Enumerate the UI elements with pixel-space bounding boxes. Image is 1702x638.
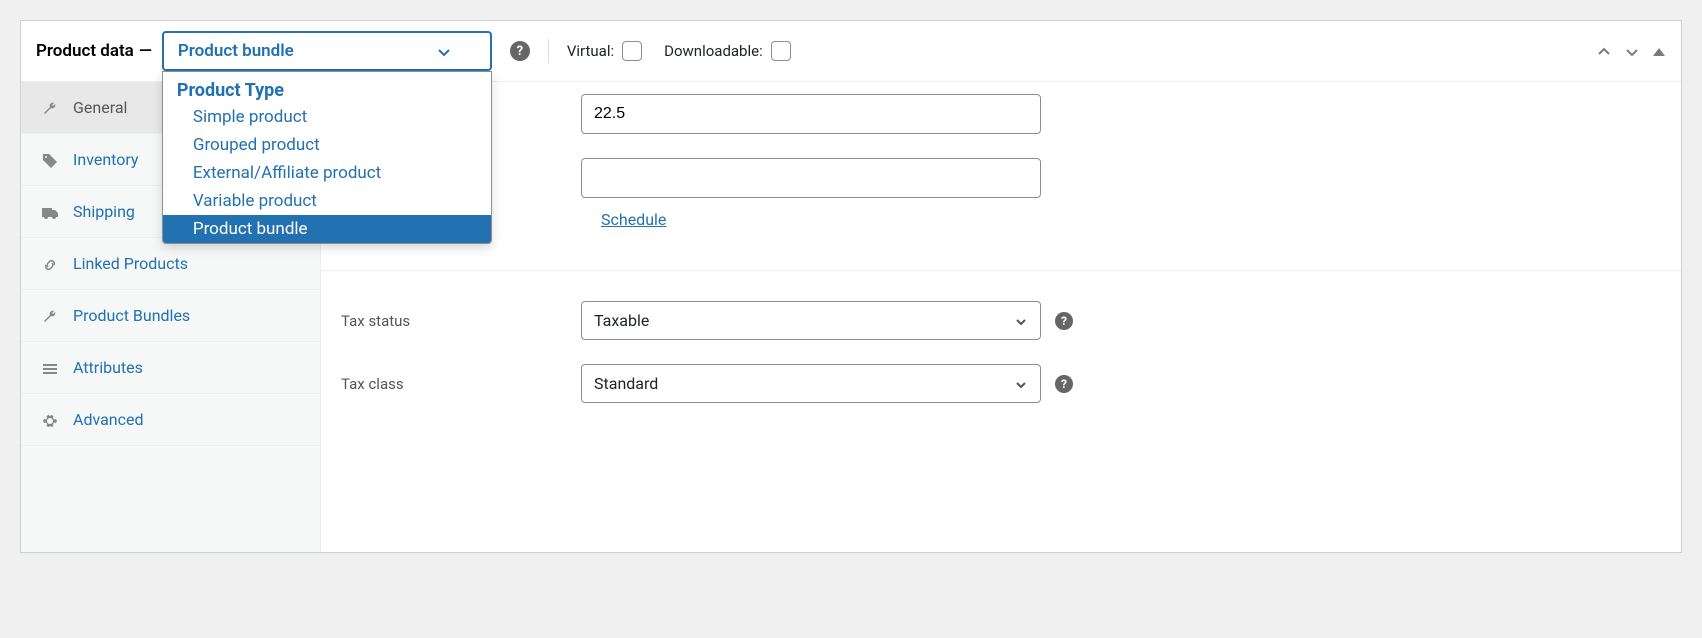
dropdown-option-external[interactable]: External/Affiliate product — [163, 159, 491, 187]
help-icon[interactable]: ? — [1055, 312, 1073, 330]
tax-class-label: Tax class — [341, 375, 581, 393]
truck-icon — [41, 202, 59, 220]
product-type-selectbox[interactable]: Product bundle — [162, 31, 492, 71]
sidebar-item-label: Shipping — [73, 202, 135, 221]
sidebar-item-advanced[interactable]: Advanced — [21, 394, 320, 446]
sidebar-item-label: Attributes — [73, 358, 143, 377]
sidebar-item-bundles[interactable]: Product Bundles — [21, 290, 320, 342]
triangle-up-icon[interactable] — [1652, 41, 1666, 62]
section-divider — [321, 241, 1681, 271]
product-type-dropdown: Product Type Simple product Grouped prod… — [162, 71, 492, 244]
list-icon — [41, 358, 59, 376]
tax-class-select[interactable]: Standard — [581, 364, 1041, 403]
panel-title: Product data — [36, 41, 134, 61]
dropdown-option-variable[interactable]: Variable product — [163, 187, 491, 215]
tax-status-label: Tax status — [341, 312, 581, 330]
schedule-link[interactable]: Schedule — [581, 210, 666, 241]
virtual-group: Virtual: — [567, 41, 642, 61]
sale-price-input[interactable] — [581, 158, 1041, 198]
chevron-down-icon — [1014, 311, 1028, 330]
help-icon[interactable]: ? — [510, 41, 530, 61]
link-icon — [41, 254, 59, 272]
wrench-icon — [41, 306, 59, 324]
sidebar-item-label: Inventory — [73, 150, 139, 169]
sidebar-item-attributes[interactable]: Attributes — [21, 342, 320, 394]
downloadable-group: Downloadable: — [664, 41, 791, 61]
sidebar-item-label: Linked Products — [73, 254, 188, 273]
sidebar-item-label: Product Bundles — [73, 306, 190, 325]
virtual-label: Virtual: — [567, 42, 614, 60]
regular-price-input[interactable] — [581, 94, 1041, 134]
tax-status-row: Tax status Taxable ? — [321, 289, 1681, 352]
dropdown-option-simple[interactable]: Simple product — [163, 103, 491, 131]
tax-class-value: Standard — [594, 374, 658, 393]
chevron-down-icon — [1014, 374, 1028, 393]
content-area: Schedule Tax status Taxable ? Tax class … — [321, 82, 1681, 552]
wrench-icon — [41, 98, 59, 116]
product-type-selected: Product bundle — [178, 41, 294, 61]
sidebar-item-linked[interactable]: Linked Products — [21, 238, 320, 290]
gear-icon — [41, 410, 59, 428]
sidebar-item-label: Advanced — [73, 410, 144, 429]
regular-price-row — [321, 82, 1681, 146]
chevron-up-icon[interactable] — [1596, 41, 1612, 62]
help-icon[interactable]: ? — [1055, 375, 1073, 393]
tax-status-select[interactable]: Taxable — [581, 301, 1041, 340]
tax-class-row: Tax class Standard ? — [321, 352, 1681, 415]
product-data-panel: Product data — Product bundle Product Ty… — [20, 20, 1682, 553]
sidebar-item-label: General — [73, 98, 127, 117]
header-controls — [1596, 41, 1666, 62]
tag-icon — [41, 150, 59, 168]
downloadable-label: Downloadable: — [664, 42, 763, 60]
dropdown-option-bundle[interactable]: Product bundle — [163, 215, 491, 243]
chevron-down-icon — [436, 41, 452, 61]
title-dash: — — [139, 41, 152, 61]
panel-header: Product data — Product bundle Product Ty… — [21, 21, 1681, 82]
tax-status-value: Taxable — [594, 311, 649, 330]
product-type-select[interactable]: Product bundle Product Type Simple produ… — [162, 31, 492, 71]
chevron-down-icon[interactable] — [1624, 41, 1640, 62]
downloadable-checkbox[interactable] — [771, 41, 791, 61]
virtual-checkbox[interactable] — [622, 41, 642, 61]
sale-price-row — [321, 146, 1681, 210]
header-divider — [548, 39, 549, 63]
dropdown-group-label: Product Type — [163, 72, 491, 103]
dropdown-option-grouped[interactable]: Grouped product — [163, 131, 491, 159]
